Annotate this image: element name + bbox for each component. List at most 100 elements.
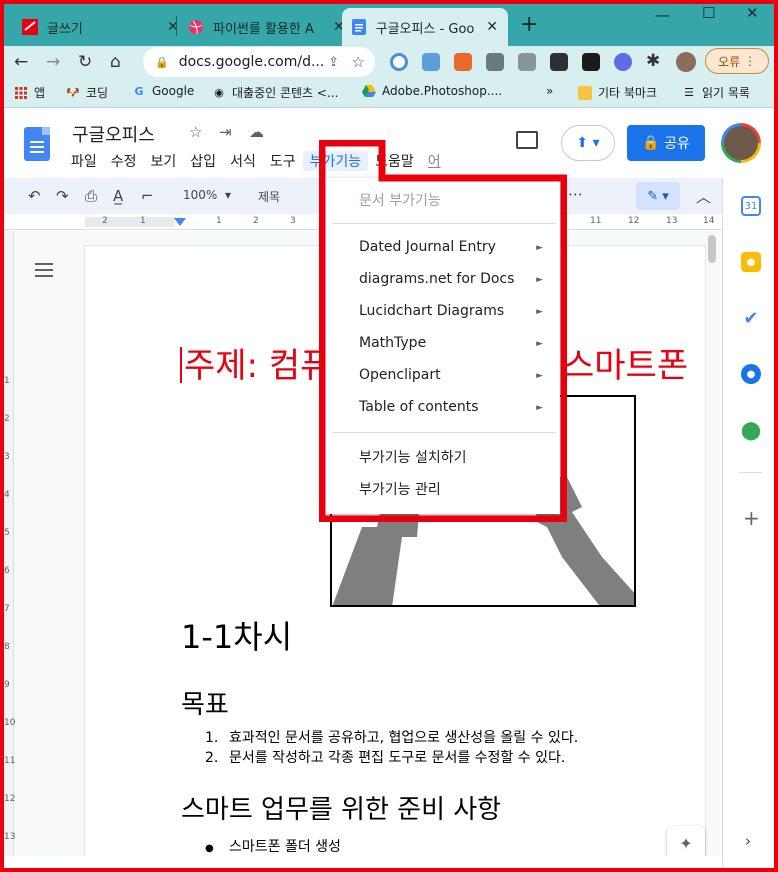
menu-edit[interactable]: 수정 (104, 151, 144, 171)
menu-item-openclipart[interactable]: Openclipart ► (359, 367, 559, 383)
share-button[interactable]: 🔒 공유 (627, 125, 705, 161)
minimize-icon[interactable]: — (655, 6, 670, 24)
bookmark-library[interactable]: ◉ 대출중인 콘텐츠 <... (212, 84, 338, 101)
docs-logo-icon[interactable] (24, 127, 50, 161)
menu-view[interactable]: 보기 (144, 151, 184, 171)
menu-item-mathtype[interactable]: MathType ► (359, 335, 559, 351)
addons-dropdown-menu: 문서 부가기능 Dated Journal Entry ► diagrams.ne… (324, 178, 560, 514)
document-outline-icon[interactable] (35, 261, 53, 279)
extension-drive-icon[interactable] (422, 53, 440, 71)
profile-avatar[interactable] (676, 52, 696, 72)
maximize-icon[interactable]: ☐ (702, 4, 715, 22)
bookmark-apps[interactable]: 앱 (14, 84, 45, 101)
bookmark-other[interactable]: 기타 북마크 (578, 84, 657, 101)
print-icon[interactable]: ⎙ (85, 187, 97, 205)
style-select[interactable]: 제목 (258, 188, 280, 205)
move-folder-icon[interactable]: ⇥ (219, 123, 232, 141)
bookmark-photoshop[interactable]: Adobe.Photoshop.... (362, 84, 502, 98)
menu-item-manage-addons[interactable]: 부가기능 관리 (359, 479, 441, 499)
error-button[interactable]: 오류 ⋮ (705, 48, 769, 74)
indent-marker[interactable] (174, 218, 186, 226)
address-bar[interactable]: 🔒 docs.google.com/d... ⇪ ☆ (143, 47, 375, 77)
account-avatar[interactable] (721, 123, 761, 163)
ruler-tick: 2 (102, 216, 108, 226)
list-text: 효과적인 문서를 공유하고, 협업으로 생산성을 올릴 수 있다. (229, 730, 579, 746)
vertical-scrollbar[interactable] (708, 235, 716, 263)
tab-google-office[interactable]: 구글오피스 - Goo ✕ (342, 8, 508, 46)
collapse-toolbar-icon[interactable]: ︿ (696, 186, 711, 207)
bookmark-reading-list[interactable]: ☰ 읽기 목록 (682, 84, 750, 101)
menu-tools[interactable]: 도구 (263, 151, 303, 171)
editing-mode-button[interactable]: ✎ ▾ (636, 182, 680, 210)
extension-smile-icon[interactable] (614, 53, 632, 71)
menu-last-edit[interactable]: 어 (421, 151, 448, 171)
explore-icon[interactable]: ✦ (667, 826, 705, 856)
tab-close-icon[interactable]: ✕ (486, 19, 498, 35)
list-text: 스마트폰 폴더 생성 (229, 839, 341, 855)
expand-panel-icon[interactable]: › (745, 832, 751, 850)
menu-item-diagrams[interactable]: diagrams.net for Docs ► (359, 271, 559, 287)
submenu-arrow-icon: ► (536, 339, 543, 349)
comment-history-icon[interactable] (516, 131, 538, 149)
maps-icon[interactable]: ⬤ (741, 420, 761, 441)
extension-grid-icon[interactable] (454, 53, 472, 71)
contacts-icon[interactable]: ● (741, 364, 761, 384)
tasks-icon[interactable]: ✔ (741, 308, 761, 329)
redo-icon[interactable]: ↷ (56, 187, 69, 205)
tab-writing[interactable]: 글쓰기 ✕ (12, 8, 189, 46)
topic-heading[interactable]: 주제: 컴퓨 (180, 338, 331, 387)
submenu-arrow-icon: ► (536, 243, 543, 253)
menu-item-install-addons[interactable]: 부가기능 설치하기 (359, 447, 467, 467)
calendar-icon[interactable]: 31 (741, 196, 761, 216)
list-number: 1. (205, 730, 219, 746)
bookmarks-overflow-button[interactable]: » (546, 84, 553, 98)
menu-item-table-of-contents[interactable]: Table of contents ► (359, 399, 559, 415)
extension-photo-icon[interactable] (550, 53, 568, 71)
extension-compass-icon[interactable] (390, 53, 408, 71)
menu-file[interactable]: 파일 (64, 151, 104, 171)
close-window-icon[interactable]: ✕ (746, 4, 759, 22)
home-icon[interactable]: ⌂ (110, 52, 121, 72)
topic-heading-right[interactable]: 스마트폰 (563, 338, 688, 387)
paint-format-icon[interactable]: ⌐ (141, 187, 154, 205)
more-options-icon[interactable]: ⋯ (568, 185, 583, 203)
menu-insert[interactable]: 삽입 (183, 151, 223, 171)
keep-icon[interactable]: ● (741, 252, 761, 272)
list-item[interactable]: ● 스마트폰 폴더 생성 (205, 836, 341, 856)
bookmark-star-icon[interactable]: ☆ (352, 53, 365, 71)
extensions-puzzle-icon[interactable]: ✱ (646, 51, 660, 71)
bookmark-coding[interactable]: 🐶 코딩 (66, 84, 108, 101)
reload-icon[interactable]: ↻ (78, 52, 92, 72)
menu-help[interactable]: 도움말 (368, 151, 421, 171)
menu-addons[interactable]: 부가기능 (302, 151, 369, 171)
add-addon-icon[interactable]: + (743, 506, 760, 530)
document-title[interactable]: 구글오피스 (72, 121, 155, 147)
extension-keep-icon[interactable] (486, 53, 504, 71)
bookmark-label: Adobe.Photoshop.... (382, 84, 503, 98)
extension-h-icon[interactable] (582, 53, 600, 71)
lesson-heading[interactable]: 1-1차시 (181, 612, 292, 658)
menu-item-lucidchart[interactable]: Lucidchart Diagrams ► (359, 303, 559, 319)
zoom-select[interactable]: 100% ▾ (183, 188, 231, 202)
ruler-tick: 1 (140, 216, 146, 226)
new-tab-button[interactable]: + (520, 12, 538, 37)
back-icon[interactable]: ← (14, 52, 28, 72)
tab-label: 구글오피스 - Goo (375, 21, 475, 37)
bookmark-google[interactable]: G Google (132, 84, 194, 98)
menu-format[interactable]: 서식 (223, 151, 263, 171)
extension-screenshot-icon[interactable] (518, 53, 536, 71)
share-page-icon[interactable]: ⇪ (328, 55, 339, 70)
undo-icon[interactable]: ↶ (28, 187, 41, 205)
spellcheck-icon[interactable]: A̲ (113, 187, 123, 205)
list-item[interactable]: 2. 문서를 작성하고 각종 편집 도구로 문서를 수정할 수 있다. (205, 748, 578, 768)
goal-heading[interactable]: 목표 (181, 684, 229, 721)
prep-heading[interactable]: 스마트 업무를 위한 준비 사항 (181, 789, 501, 826)
text-cursor (180, 347, 182, 383)
forward-icon[interactable]: → (46, 52, 60, 72)
menu-item-dated-journal[interactable]: Dated Journal Entry ► (359, 239, 559, 255)
reading-list-icon: ☰ (684, 86, 694, 99)
tab-python[interactable]: 파이썬를 활용한 A ✕ (178, 8, 355, 46)
star-icon[interactable]: ☆ (189, 123, 202, 141)
list-item[interactable]: 1. 효과적인 문서를 공유하고, 협업으로 생산성을 올릴 수 있다. (205, 728, 578, 748)
present-button[interactable]: ⬆ ▾ (561, 125, 615, 161)
